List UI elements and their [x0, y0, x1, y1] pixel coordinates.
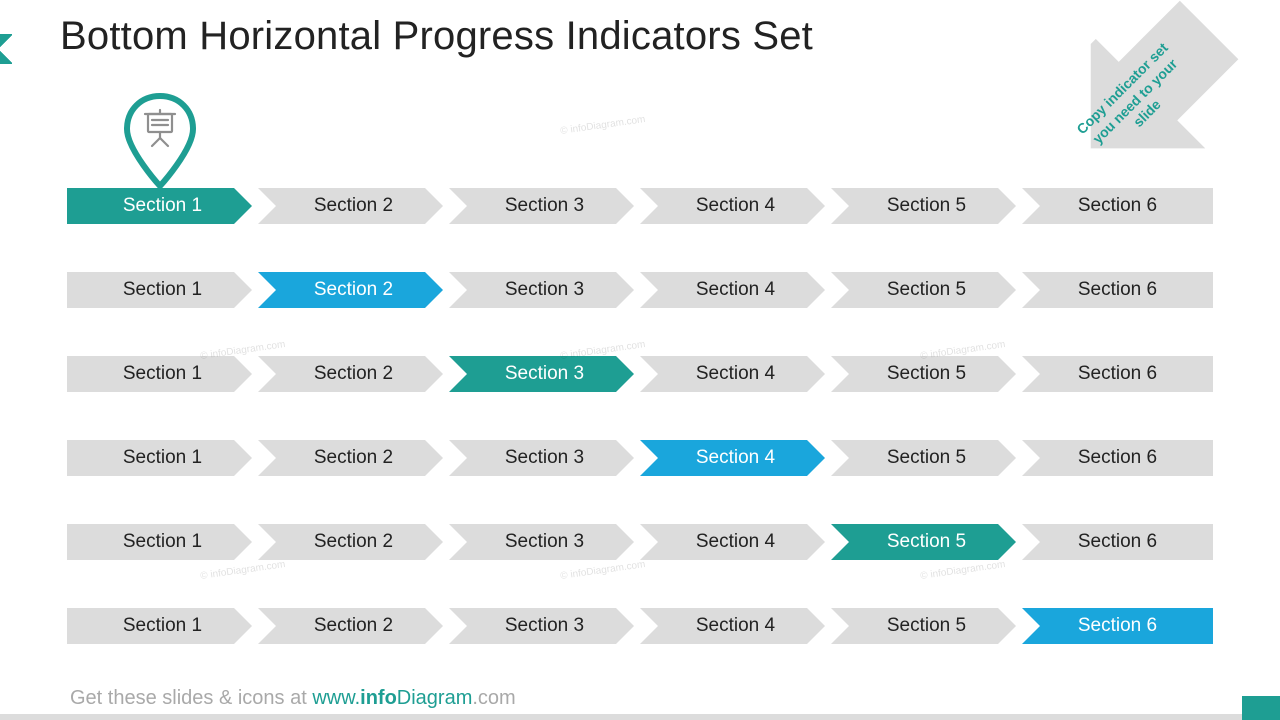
progress-cell: Section 3 [449, 356, 640, 392]
left-accent-notch [0, 34, 12, 64]
progress-cell: Section 6 [1022, 356, 1213, 392]
progress-row: Section 1Section 2Section 3Section 4Sect… [67, 356, 1213, 392]
progress-cell: Section 1 [67, 272, 258, 308]
progress-cell: Section 5 [831, 524, 1022, 560]
footer-brand-rest: Diagram [397, 687, 473, 709]
progress-cell: Section 6 [1022, 188, 1213, 224]
footer-prefix: Get these slides & icons at [70, 687, 312, 709]
progress-cell: Section 5 [831, 608, 1022, 644]
footer-tld: .com [472, 687, 515, 709]
progress-cell: Section 2 [258, 440, 449, 476]
progress-rows-container: Section 1Section 2Section 3Section 4Sect… [67, 188, 1213, 692]
progress-cell: Section 4 [640, 188, 831, 224]
progress-cell: Section 2 [258, 524, 449, 560]
progress-cell: Section 3 [449, 440, 640, 476]
progress-cell: Section 2 [258, 272, 449, 308]
progress-cell: Section 1 [67, 356, 258, 392]
progress-cell: Section 3 [449, 188, 640, 224]
bottom-bar [0, 714, 1280, 720]
progress-row: Section 1Section 2Section 3Section 4Sect… [67, 524, 1213, 560]
progress-cell: Section 1 [67, 524, 258, 560]
footer-credit: Get these slides & icons at www.infoDiag… [70, 687, 516, 710]
progress-cell: Section 1 [67, 188, 258, 224]
progress-cell: Section 4 [640, 524, 831, 560]
progress-cell: Section 4 [640, 356, 831, 392]
progress-cell: Section 5 [831, 356, 1022, 392]
progress-cell: Section 4 [640, 440, 831, 476]
progress-cell: Section 6 [1022, 272, 1213, 308]
progress-cell: Section 3 [449, 272, 640, 308]
progress-cell: Section 2 [258, 608, 449, 644]
slide-title: Bottom Horizontal Progress Indicators Se… [60, 14, 813, 59]
progress-cell: Section 5 [831, 188, 1022, 224]
watermark: © infoDiagram.com [560, 114, 646, 137]
footer-url-www: www. [312, 687, 360, 709]
progress-cell: Section 1 [67, 608, 258, 644]
progress-cell: Section 2 [258, 188, 449, 224]
progress-row: Section 1Section 2Section 3Section 4Sect… [67, 188, 1213, 224]
progress-cell: Section 5 [831, 440, 1022, 476]
progress-cell: Section 6 [1022, 608, 1213, 644]
progress-row: Section 1Section 2Section 3Section 4Sect… [67, 272, 1213, 308]
progress-row: Section 1Section 2Section 3Section 4Sect… [67, 440, 1213, 476]
progress-cell: Section 4 [640, 608, 831, 644]
hint-text: Copy indicator set you need to your slid… [1070, 37, 1199, 166]
progress-cell: Section 1 [67, 440, 258, 476]
progress-cell: Section 6 [1022, 440, 1213, 476]
progress-row: Section 1Section 2Section 3Section 4Sect… [67, 608, 1213, 644]
progress-cell: Section 2 [258, 356, 449, 392]
location-pin-icon [121, 92, 199, 190]
progress-cell: Section 4 [640, 272, 831, 308]
progress-cell: Section 3 [449, 608, 640, 644]
progress-cell: Section 6 [1022, 524, 1213, 560]
progress-cell: Section 5 [831, 272, 1022, 308]
footer-brand-bold: info [360, 687, 397, 709]
progress-cell: Section 3 [449, 524, 640, 560]
